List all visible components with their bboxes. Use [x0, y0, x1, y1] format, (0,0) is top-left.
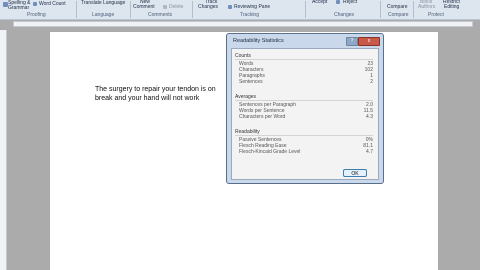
horizontal-ruler[interactable] [13, 21, 473, 27]
group-changes: Changes [334, 12, 355, 18]
readability-statistics-dialog: Readability Statistics ? x Counts Words … [226, 33, 384, 184]
stat-value: 4.3 [366, 114, 373, 120]
separator [413, 1, 414, 18]
document-text[interactable]: The surgery to repair your tendon is on … [95, 85, 235, 103]
delete-comment-button[interactable]: Delete [169, 5, 183, 10]
stat-row-characters-per-word: Characters per Word 4.3 [239, 114, 373, 120]
translate-language-button[interactable]: Translate Language [81, 1, 125, 6]
group-tracking: Tracking [240, 12, 259, 18]
separator [192, 1, 193, 18]
ribbon-review-tab: Spelling & Grammar Word Count Proofing T… [0, 0, 480, 20]
stat-label: Flesch-Kincaid Grade Level [239, 149, 301, 155]
document-line: break and your hand will not work [95, 95, 200, 102]
reviewing-pane-icon [228, 5, 232, 9]
separator [130, 1, 131, 18]
track-changes-label: Changes [198, 4, 219, 10]
restrict-editing-label: Editing [444, 4, 460, 10]
word-count-icon [33, 2, 37, 6]
divider [235, 100, 373, 101]
reject-icon [336, 0, 340, 4]
group-language: Language [92, 12, 115, 18]
stat-row-sentences: Sentences 2 [239, 79, 373, 85]
dialog-body: Counts Words 23 Characters 102 Paragraph… [231, 48, 379, 180]
dialog-title: Readability Statistics [233, 38, 284, 44]
separator [380, 1, 381, 18]
close-button[interactable]: x [358, 37, 380, 46]
delete-comment-icon [163, 5, 167, 9]
group-proofing: Proofing [27, 12, 46, 18]
document-line: The surgery to repair your tendon is on [95, 86, 216, 93]
separator [76, 1, 77, 18]
stat-label: Characters per Word [239, 114, 286, 120]
separator [305, 1, 306, 18]
group-protect: Protect [428, 12, 444, 18]
stat-row-flesch-kincaid-grade-level: Flesch-Kincaid Grade Level 4.7 [239, 149, 373, 155]
comment-label: Comment [133, 4, 155, 10]
reject-button[interactable]: Reject [343, 0, 357, 5]
stat-value: 4.7 [366, 149, 373, 155]
divider [235, 135, 373, 136]
divider [235, 59, 373, 60]
group-comments: Comments [148, 12, 173, 18]
vertical-ruler[interactable] [0, 30, 7, 270]
help-button[interactable]: ? [346, 37, 358, 46]
block-authors-label: Authors [418, 4, 436, 10]
word-count-button[interactable]: Word Count [39, 2, 66, 7]
group-compare: Compare [388, 12, 409, 18]
ok-button[interactable]: OK [343, 169, 367, 177]
compare-button[interactable]: Compare [387, 5, 408, 10]
grammar-label: Grammar [8, 5, 30, 11]
accept-button[interactable]: Accept [312, 0, 327, 5]
stat-label: Sentences [239, 79, 263, 85]
reviewing-pane-button[interactable]: Reviewing Pane [234, 5, 270, 10]
stat-value: 2 [370, 79, 373, 85]
